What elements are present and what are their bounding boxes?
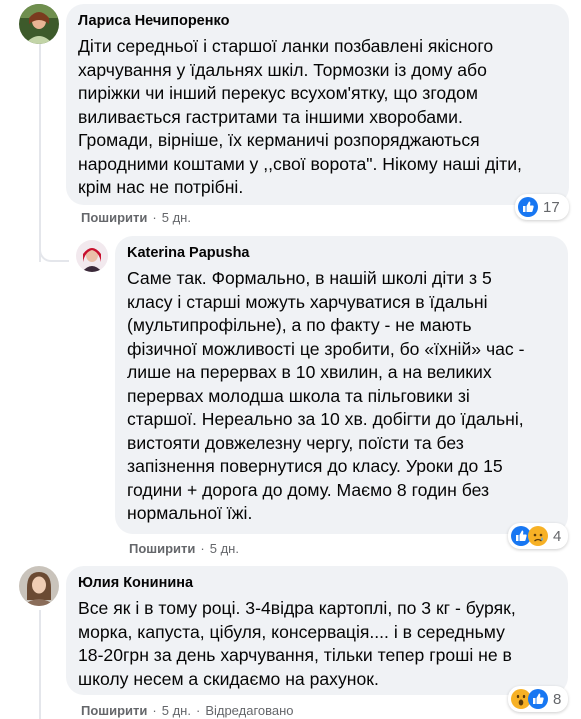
- thread-line-branch: [39, 246, 69, 262]
- reaction-summary[interactable]: 4: [508, 523, 568, 549]
- timestamp[interactable]: 5 дн.: [210, 541, 239, 557]
- comment-author[interactable]: Юлия Конинина: [78, 574, 556, 593]
- comment-text: Все як і в тому році. 3-4відра картоплі,…: [78, 598, 516, 689]
- separator-dot: ·: [195, 703, 201, 718]
- thread-line: [39, 610, 41, 719]
- share-link[interactable]: Поширити: [81, 703, 147, 719]
- avatar[interactable]: [19, 4, 59, 44]
- avatar[interactable]: [76, 240, 108, 272]
- comment-author[interactable]: Лариса Нечипоренко: [78, 12, 557, 31]
- reaction-count: 8: [553, 690, 562, 708]
- comment-actions: Поширити · 5 дн.: [129, 541, 239, 557]
- comment-text: Саме так. Формально, в нашій школі діти …: [127, 268, 525, 523]
- comment-actions: Поширити · 5 дн.: [81, 210, 191, 226]
- comment-bubble: Лариса Нечипоренко Діти середньої і стар…: [66, 4, 569, 205]
- sad-icon: [528, 526, 548, 546]
- reaction-count: 4: [553, 527, 562, 545]
- edited-label[interactable]: Відредаговано: [205, 703, 293, 719]
- separator-dot: ·: [152, 703, 157, 718]
- thread-line: [39, 44, 41, 262]
- like-icon: [528, 689, 548, 709]
- timestamp[interactable]: 5 дн.: [162, 703, 191, 719]
- avatar[interactable]: [19, 566, 59, 606]
- reaction-count: 17: [543, 198, 560, 216]
- separator-dot: ·: [200, 541, 205, 556]
- share-link[interactable]: Поширити: [81, 210, 147, 226]
- reaction-summary[interactable]: 8: [508, 686, 568, 712]
- comment-bubble: Юлия Конинина Все як і в тому році. 3-4в…: [66, 566, 568, 695]
- share-link[interactable]: Поширити: [129, 541, 195, 557]
- reaction-summary[interactable]: 17: [515, 194, 569, 220]
- separator-dot: ·: [152, 210, 157, 225]
- comment-text: Діти середньої і старшої ланки позбавлен…: [78, 36, 522, 197]
- comment-author[interactable]: Katerina Papusha: [127, 244, 556, 263]
- comment-bubble: Katerina Papusha Саме так. Формально, в …: [115, 236, 568, 534]
- like-icon: [518, 197, 538, 217]
- timestamp[interactable]: 5 дн.: [162, 210, 191, 226]
- comment-actions: Поширити · 5 дн. · Відредаговано: [81, 703, 294, 719]
